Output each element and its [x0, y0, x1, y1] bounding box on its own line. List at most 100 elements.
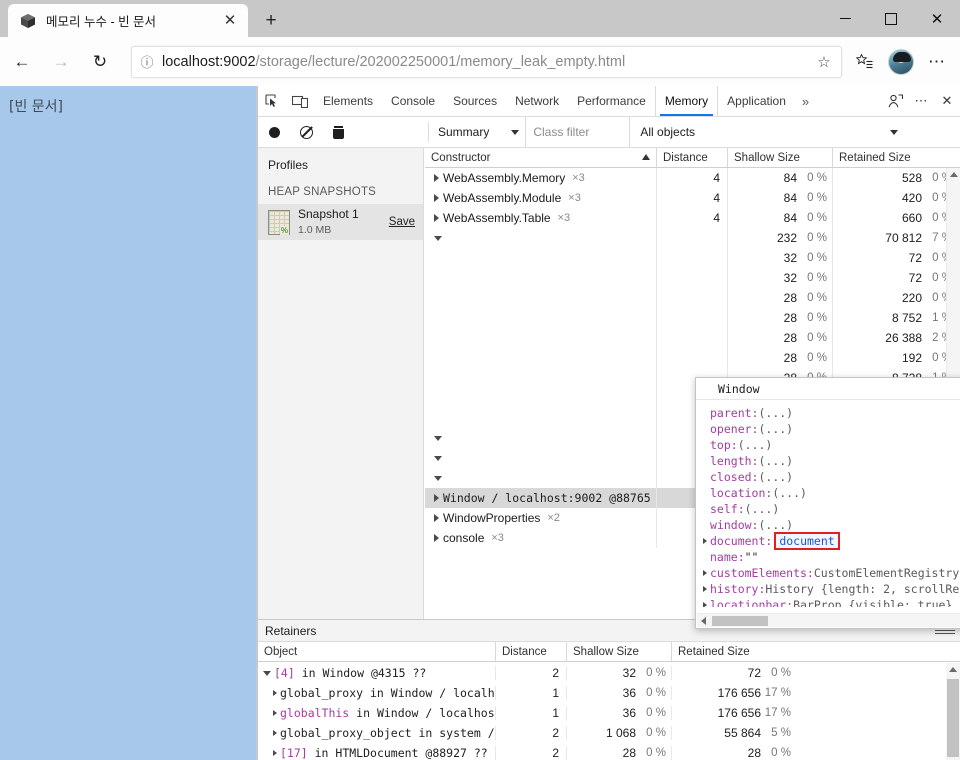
expand-triangle-icon[interactable] [273, 730, 277, 736]
table-row[interactable]: [4] in Window @4315 ?? 2 32 0 % 72 0 % [258, 663, 960, 683]
table-row[interactable]: globalThis in Window / localhost 1 36 0 % 17… [258, 703, 960, 723]
column-header-distance[interactable]: Distance [657, 148, 728, 167]
tab-network[interactable]: Network [506, 86, 568, 116]
column-header-ret-distance[interactable]: Distance [496, 642, 567, 661]
expand-triangle-icon[interactable] [434, 235, 442, 241]
expand-triangle-icon[interactable] [273, 750, 277, 756]
expand-triangle-icon[interactable] [434, 435, 442, 441]
browser-more-button[interactable]: ⋯ [920, 45, 954, 79]
column-header-object[interactable]: Object [258, 642, 496, 661]
property-row[interactable]: location: (...) [702, 485, 960, 501]
table-row[interactable]: WebAssembly.Memory ×3 4 84 0 % 528 0 % [425, 168, 960, 188]
address-bar[interactable]: ⓘ localhost:9002/storage/lecture/2020022… [131, 45, 842, 78]
view-mode-select[interactable]: Summary [429, 117, 525, 147]
popup-horizontal-scrollbar[interactable] [697, 613, 960, 627]
expand-triangle-icon[interactable] [703, 602, 707, 607]
close-window-button[interactable]: ✕ [914, 0, 960, 37]
constructor-name: WebAssembly.Module [443, 191, 562, 205]
table-row[interactable]: 28 0 % 8 752 1 % [425, 308, 960, 328]
expand-triangle-icon[interactable] [434, 455, 442, 461]
table-row[interactable]: 232 0 % 70 812 7 % [425, 228, 960, 248]
expand-triangle-icon[interactable] [273, 690, 277, 696]
inspect-element-icon[interactable] [258, 86, 286, 116]
maximize-button[interactable] [868, 0, 914, 37]
tab-memory[interactable]: Memory [654, 86, 719, 116]
tab-performance[interactable]: Performance [568, 86, 655, 116]
property-row[interactable]: closed: (...) [702, 469, 960, 485]
expand-triangle-icon[interactable] [703, 586, 707, 592]
property-row[interactable]: name: "" [702, 549, 960, 565]
table-row[interactable]: global_proxy in Window / localho 1 36 0 % 17… [258, 683, 960, 703]
expand-triangle-icon[interactable] [434, 174, 439, 182]
tab-elements[interactable]: Elements [314, 86, 382, 116]
table-row[interactable]: 32 0 % 72 0 % [425, 268, 960, 288]
new-tab-button[interactable]: + [258, 8, 284, 34]
table-row[interactable]: WebAssembly.Table ×3 4 84 0 % 660 0 % [425, 208, 960, 228]
tab-close-icon[interactable]: ✕ [220, 11, 240, 31]
minimize-button[interactable] [822, 0, 868, 37]
browser-tab[interactable]: 메모리 누수 - 빈 문서 ✕ [8, 4, 248, 37]
table-row[interactable]: 32 0 % 72 0 % [425, 248, 960, 268]
scroll-up-icon[interactable] [946, 663, 960, 676]
objects-scope-select[interactable]: All objects [630, 117, 906, 147]
property-row[interactable]: length: (...) [702, 453, 960, 469]
table-row[interactable]: [17] in HTMLDocument @88927 ?? 2 28 0 % 28 0 … [258, 743, 960, 760]
expand-triangle-icon[interactable] [434, 214, 439, 222]
table-row[interactable]: 280 % 26 3882 % [425, 328, 960, 348]
property-row[interactable]: document: document [702, 532, 960, 550]
property-row[interactable]: locationbar: BarProp {visible: true} [702, 597, 960, 607]
property-row[interactable]: opener: (...) [702, 421, 960, 437]
clear-button[interactable] [290, 117, 322, 147]
snapshot-list-item[interactable]: Snapshot 1 1.0 MB Save [258, 204, 423, 240]
expand-triangle-icon[interactable] [434, 494, 439, 502]
devtools-more-button[interactable]: ⋯ [908, 93, 934, 109]
property-row[interactable]: self: (...) [702, 501, 960, 517]
expand-triangle-icon[interactable] [273, 710, 277, 716]
scroll-up-icon[interactable] [947, 168, 960, 181]
devtools-close-button[interactable]: ✕ [934, 93, 960, 109]
favorites-icon[interactable] [846, 45, 882, 79]
expand-triangle-icon[interactable] [703, 538, 707, 544]
property-row[interactable]: customElements: CustomElementRegistry { [702, 565, 960, 581]
column-header-constructor[interactable]: Constructor [425, 148, 657, 167]
forward-button[interactable]: → [44, 45, 78, 79]
column-header-ret-retained[interactable]: Retained Size [672, 642, 796, 661]
account-icon[interactable] [882, 93, 908, 109]
device-toolbar-icon[interactable] [286, 86, 314, 116]
column-header-shallow-size[interactable]: Shallow Size [728, 148, 833, 167]
scrollbar-thumb[interactable] [947, 679, 959, 757]
tab-console[interactable]: Console [382, 86, 444, 116]
record-button[interactable] [258, 117, 290, 147]
tab-sources[interactable]: Sources [444, 86, 506, 116]
property-row[interactable]: top: (...) [702, 437, 960, 453]
expand-triangle-icon[interactable] [434, 194, 439, 202]
back-button[interactable]: ← [5, 45, 39, 79]
expand-triangle-icon[interactable] [434, 514, 439, 522]
site-info-icon[interactable]: ⓘ [132, 52, 162, 72]
bookmark-star-icon[interactable]: ☆ [807, 53, 841, 71]
expand-triangle-icon[interactable] [703, 570, 707, 576]
property-row[interactable]: window: (...) [702, 517, 960, 533]
property-row[interactable]: parent: (...) [702, 405, 960, 421]
table-row[interactable]: 28 0 % 192 0 % [425, 348, 960, 368]
column-header-retained-size[interactable]: Retained Size [833, 148, 957, 167]
cell-constructor [425, 288, 657, 308]
scroll-left-icon[interactable] [697, 614, 710, 628]
delete-button[interactable] [322, 117, 354, 147]
avatar[interactable] [888, 48, 914, 75]
table-row[interactable]: 28 0 % 220 0 % [425, 288, 960, 308]
scrollbar-thumb[interactable] [712, 616, 768, 626]
expand-triangle-icon[interactable] [434, 475, 442, 481]
property-row[interactable]: history: History {length: 2, scrollRest [702, 581, 960, 597]
reload-button[interactable]: ↻ [83, 45, 117, 79]
column-header-ret-shallow[interactable]: Shallow Size [567, 642, 672, 661]
tab-application[interactable]: Application [718, 86, 795, 116]
expand-triangle-icon[interactable] [434, 534, 439, 542]
class-filter-input[interactable]: Class filter [525, 117, 631, 147]
snapshot-save-link[interactable]: Save [389, 216, 415, 228]
table-row[interactable]: WebAssembly.Module ×3 4 84 0 % 420 0 % [425, 188, 960, 208]
table-row[interactable]: global_proxy_object in system /2 1 068 0 %… [258, 723, 960, 743]
retainers-scrollbar[interactable] [946, 663, 960, 760]
expand-triangle-icon[interactable] [263, 670, 271, 676]
more-tabs-icon[interactable]: » [795, 86, 816, 116]
